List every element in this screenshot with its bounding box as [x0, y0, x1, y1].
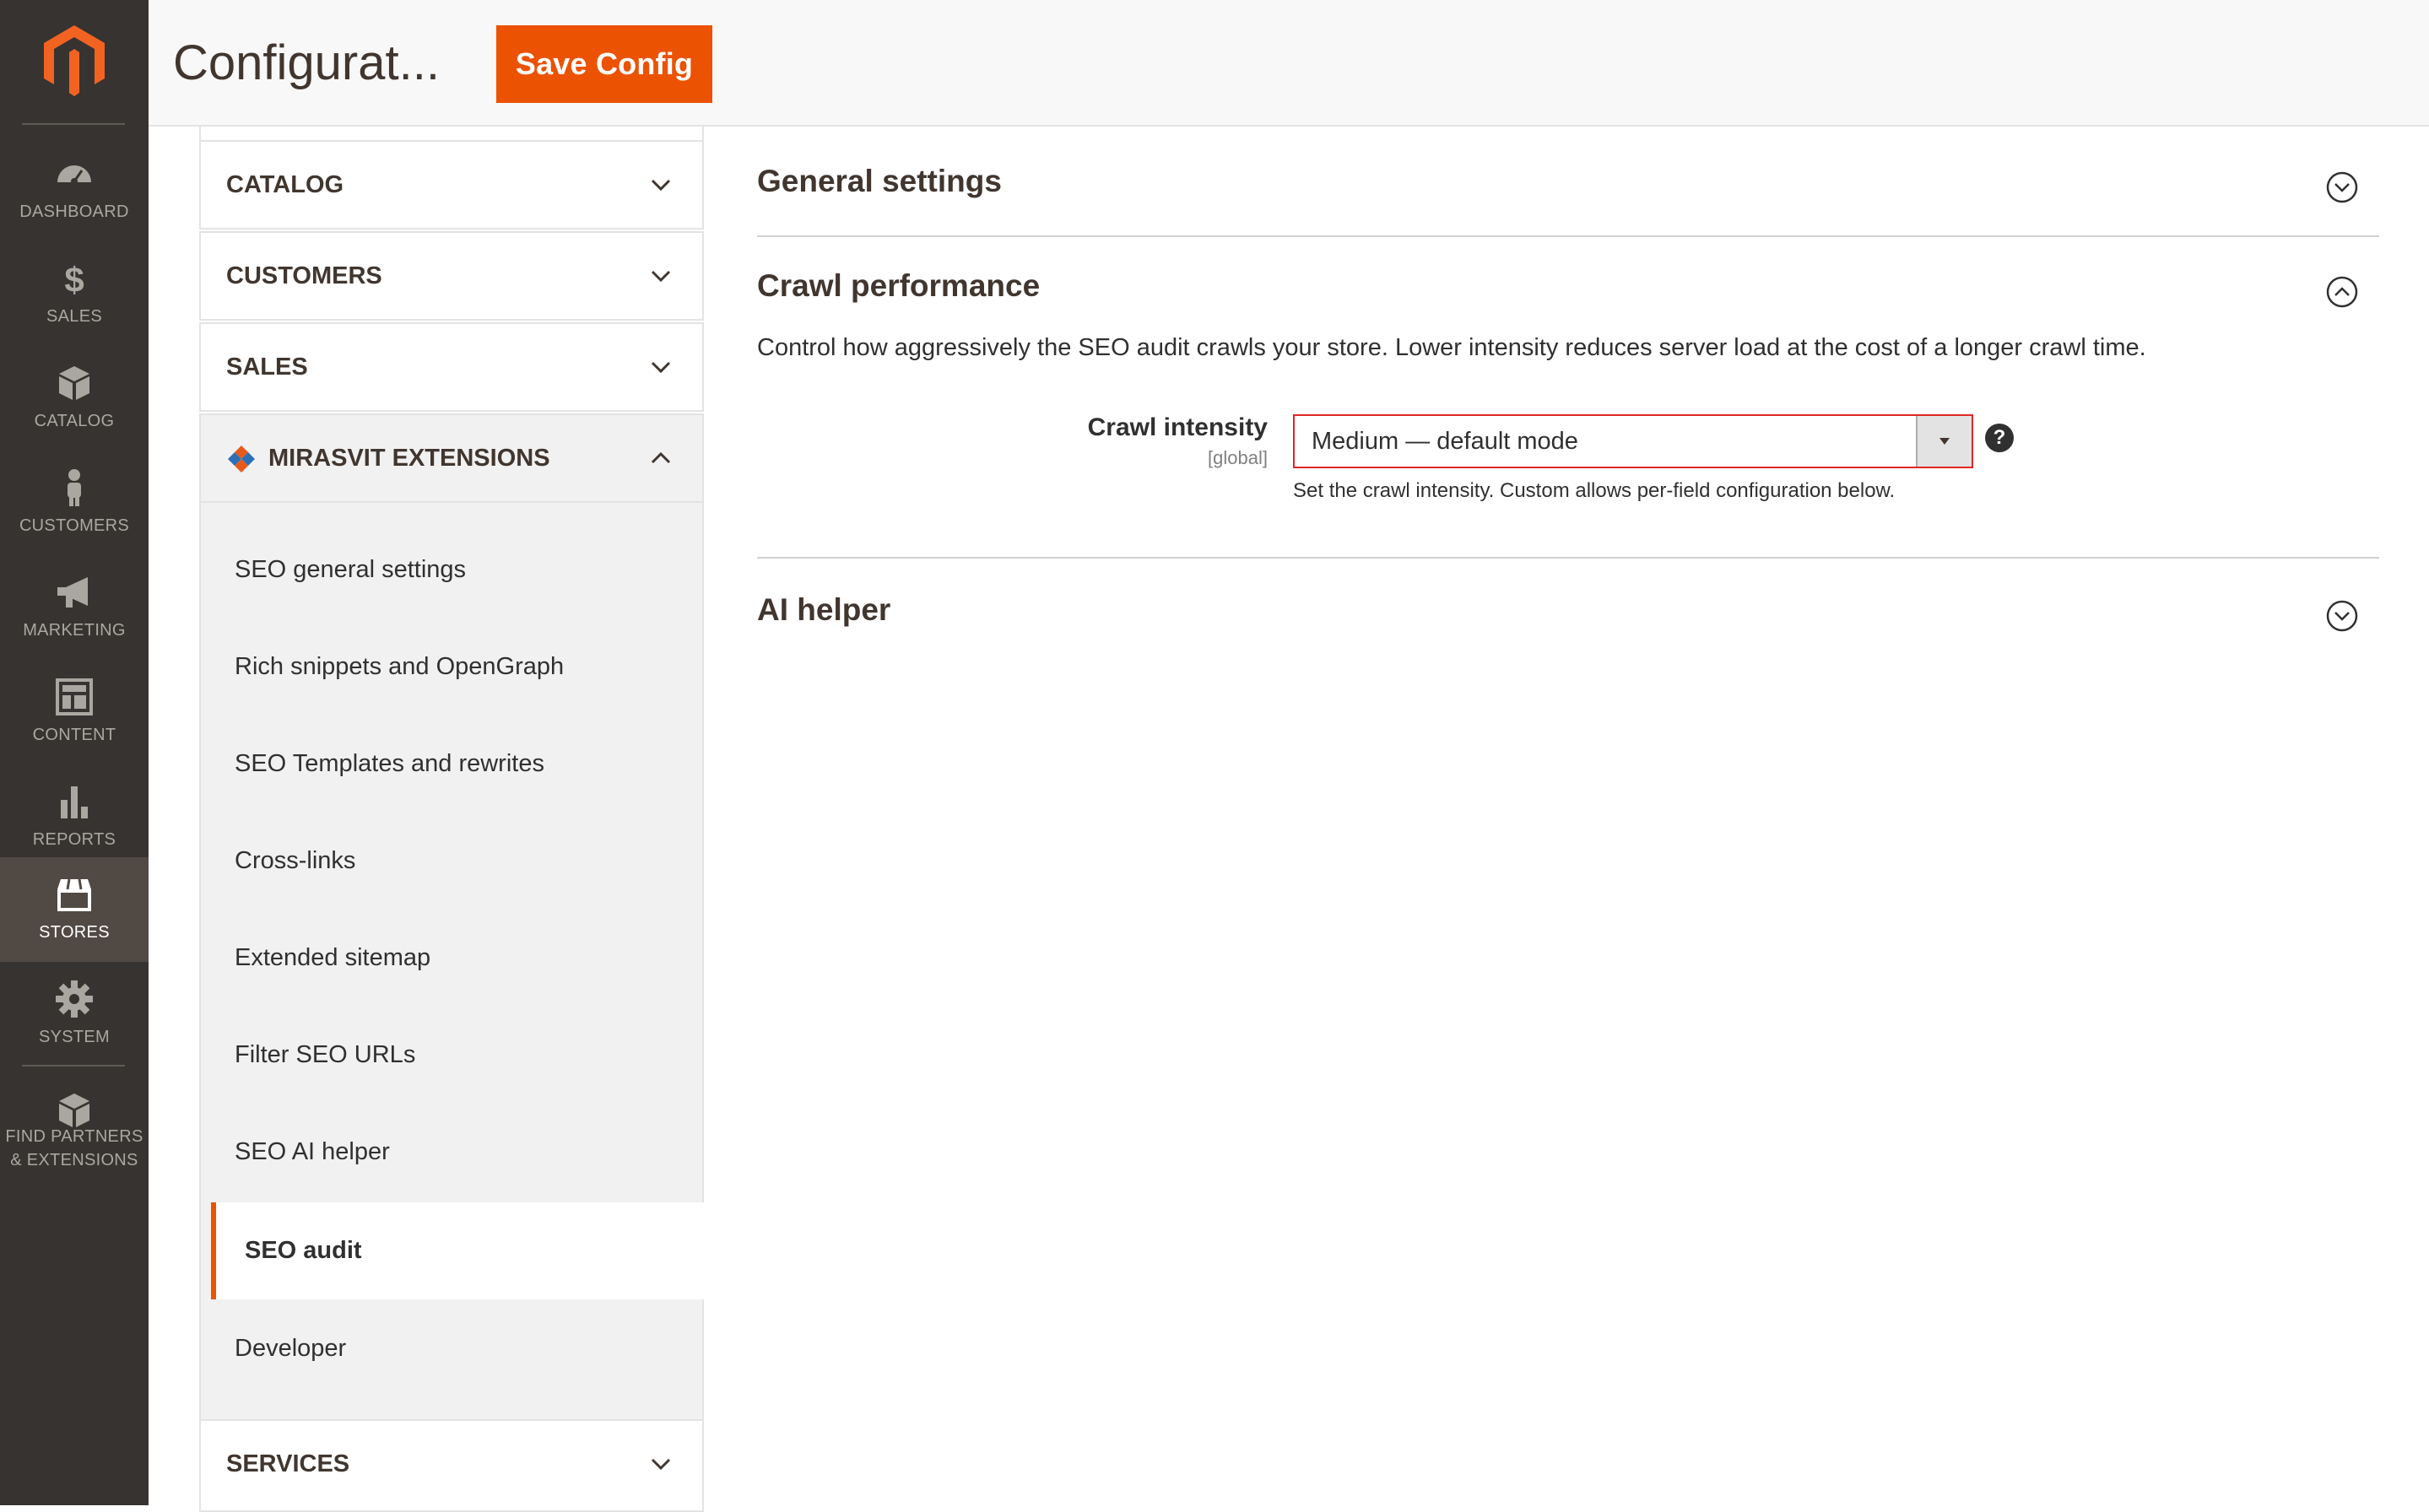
tab-filter-seo-urls[interactable]: Filter SEO URLs — [201, 1007, 702, 1104]
tab-seo-audit[interactable]: SEO audit — [211, 1202, 706, 1299]
save-config-button[interactable]: Save Config — [496, 25, 712, 103]
nav-label: FIND PARTNERS — [5, 1127, 143, 1146]
tab-group-catalog[interactable]: CATALOG — [199, 140, 704, 230]
nav-item-stores[interactable]: STORES — [0, 857, 149, 962]
nav-item-sales[interactable]: $ SALES — [0, 241, 149, 346]
nav-label: STORES — [39, 923, 110, 942]
tab-label: Developer — [235, 1335, 347, 1362]
tab-label: SEO Templates and rewrites — [235, 750, 544, 777]
tab-group-customers[interactable]: CUSTOMERS — [199, 231, 704, 321]
nav-item-marketing[interactable]: MARKETING — [0, 555, 149, 660]
nav-label: DASHBOARD — [19, 202, 129, 221]
chevron-down-icon — [651, 179, 671, 192]
nav-item-reports[interactable]: REPORTS — [0, 764, 149, 869]
tab-developer[interactable]: Developer — [201, 1300, 702, 1397]
nav-item-find-partners[interactable]: FIND PARTNERS & EXTENSIONS — [0, 1073, 149, 1191]
section-ai-helper[interactable]: AI helper — [757, 589, 2379, 640]
dollar-icon: $ — [64, 260, 84, 299]
tab-cross-links[interactable]: Cross-links — [201, 813, 702, 910]
chevron-down-icon — [651, 1458, 671, 1471]
tab-group-label: CATALOG — [226, 171, 344, 198]
tab-group-label: CUSTOMERS — [226, 262, 382, 289]
nav-label: SYSTEM — [38, 1028, 111, 1046]
person-icon — [68, 469, 81, 506]
expand-circle-icon[interactable] — [2325, 599, 2359, 633]
nav-label: SALES — [46, 307, 102, 326]
extensions-icon — [59, 1094, 89, 1127]
tab-rich-snippets[interactable]: Rich snippets and OpenGraph — [201, 618, 702, 716]
tab-group-label: SALES — [226, 354, 308, 381]
crawl-intensity-label: Crawl intensity — [1087, 413, 1268, 441]
collapse-circle-icon[interactable] — [2325, 275, 2359, 309]
section-divider — [757, 557, 2379, 559]
tab-extended-sitemap[interactable]: Extended sitemap — [201, 910, 702, 1007]
tab-group-services[interactable]: SERVICES — [199, 1419, 704, 1512]
expand-circle-icon[interactable] — [2325, 170, 2359, 204]
tabs-top-edge — [199, 127, 704, 140]
help-icon[interactable]: ? — [1985, 424, 2014, 452]
tab-seo-ai-helper[interactable]: SEO AI helper — [201, 1104, 702, 1201]
megaphone-icon — [57, 577, 88, 608]
section-crawl-performance[interactable]: Crawl performance — [757, 265, 2379, 316]
crawl-intensity-select[interactable]: Medium — default mode — [1293, 414, 1973, 468]
tab-group-label: SERVICES — [226, 1450, 350, 1477]
magento-logo-icon — [44, 25, 105, 96]
bar-chart-icon — [61, 786, 88, 818]
nav-item-dashboard[interactable]: DASHBOARD — [0, 137, 149, 241]
tab-label: Cross-links — [235, 847, 356, 874]
select-arrow[interactable] — [1916, 416, 1972, 467]
chevron-up-icon — [651, 451, 671, 464]
nav-label: CATALOG — [34, 412, 115, 430]
page-header — [149, 0, 2429, 127]
nav-item-content[interactable]: CONTENT — [0, 660, 149, 764]
section-title: AI helper — [757, 592, 891, 627]
magento-logo[interactable] — [0, 0, 149, 125]
dashboard-icon — [57, 165, 91, 185]
section-title: General settings — [757, 164, 1002, 198]
section-divider — [757, 235, 2379, 237]
tab-label: SEO AI helper — [235, 1138, 390, 1165]
tab-label: SEO general settings — [235, 556, 467, 583]
nav-label: CUSTOMERS — [19, 516, 130, 535]
chevron-down-icon — [651, 270, 671, 283]
page-title: Configurat... — [173, 35, 440, 90]
section-general-settings[interactable]: General settings — [757, 160, 2379, 211]
store-icon — [57, 878, 91, 911]
layout-icon — [56, 678, 93, 716]
nav-item-system[interactable]: SYSTEM — [0, 962, 149, 1066]
tab-group-label: MIRASVIT EXTENSIONS — [268, 445, 550, 472]
tab-label: SEO audit — [245, 1237, 362, 1264]
nav-label: MARKETING — [23, 621, 126, 640]
tab-label: Filter SEO URLs — [235, 1041, 416, 1068]
tab-label: Extended sitemap — [235, 944, 431, 971]
section-title: Crawl performance — [757, 268, 1041, 303]
mirasvit-logo-icon — [228, 446, 255, 472]
nav-item-customers[interactable]: CUSTOMERS — [0, 451, 149, 555]
select-value: Medium — default mode — [1312, 428, 1578, 455]
tab-group-sales[interactable]: SALES — [199, 322, 704, 412]
nav-label: CONTENT — [32, 726, 116, 744]
crawl-description: Control how aggressively the SEO audit c… — [757, 334, 2146, 361]
admin-sidebar: DASHBOARD $ SALES CATALOG CUSTOMERS MARK… — [0, 0, 149, 1505]
nav-label: & EXTENSIONS — [10, 1151, 138, 1169]
nav-item-catalog[interactable]: CATALOG — [0, 346, 149, 451]
tab-seo-general-settings[interactable]: SEO general settings — [201, 521, 702, 618]
nav-divider — [22, 1065, 125, 1066]
gear-icon — [56, 980, 93, 1018]
box-icon — [59, 366, 89, 400]
tab-label: Rich snippets and OpenGraph — [235, 653, 565, 680]
svg-text:$: $ — [64, 260, 84, 299]
scope-label: [global] — [1208, 447, 1268, 468]
field-note: Set the crawl intensity. Custom allows p… — [1293, 479, 1896, 502]
caret-down-icon — [1939, 438, 1950, 445]
nav-label: REPORTS — [32, 830, 116, 849]
chevron-down-icon — [651, 361, 671, 374]
tab-group-mirasvit-extensions[interactable]: MIRASVIT EXTENSIONS — [199, 413, 704, 503]
nav-divider — [22, 123, 125, 125]
tab-seo-templates[interactable]: SEO Templates and rewrites — [201, 716, 702, 813]
